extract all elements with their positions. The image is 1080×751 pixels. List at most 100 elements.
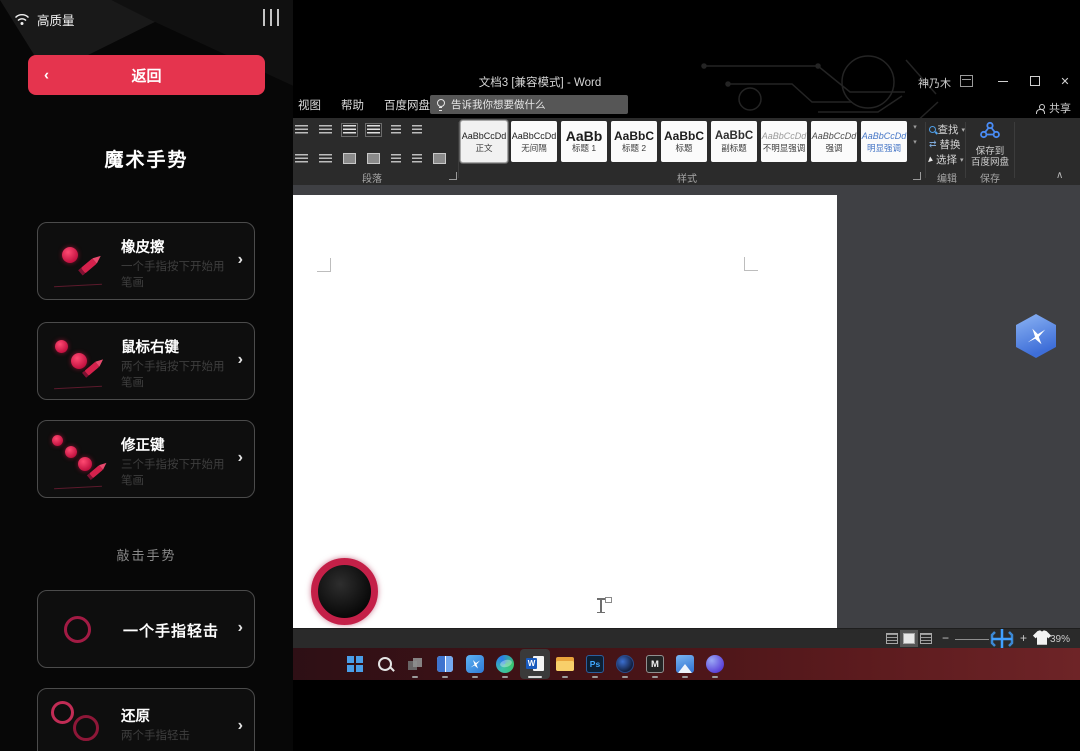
- gallery-up-icon[interactable]: ▾: [910, 124, 920, 131]
- tap-ring-icon: [64, 616, 91, 643]
- chevron-right-icon: ›: [237, 251, 243, 268]
- edge-browser-button[interactable]: [490, 649, 520, 679]
- gesture-card-one-finger-tap[interactable]: 一个手指轻击 ›: [37, 590, 255, 668]
- tab-view[interactable]: 视图: [298, 97, 321, 113]
- styles-gallery-arrows[interactable]: ▾ ▾: [910, 124, 920, 146]
- collapse-ribbon-icon[interactable]: ∧: [1056, 170, 1063, 181]
- paragraph-group-icons: [295, 122, 457, 165]
- align-left-icon[interactable]: [295, 153, 308, 164]
- styles-dialog-launcher[interactable]: [913, 172, 921, 180]
- lightbulb-icon: [437, 99, 445, 111]
- numbering-icon[interactable]: [319, 124, 332, 135]
- increase-indent-icon[interactable]: [365, 122, 382, 137]
- chevron-right-icon: ›: [237, 449, 243, 466]
- align-right-icon[interactable]: [343, 153, 356, 164]
- restore-button[interactable]: [1022, 74, 1048, 88]
- editing-group-label: 编辑: [937, 174, 957, 185]
- m-letter-icon: M: [646, 655, 664, 673]
- select-button[interactable]: 选择 ▾: [928, 152, 965, 167]
- minimize-icon: [998, 80, 1008, 82]
- task-view-button[interactable]: [400, 649, 430, 679]
- pen-stroke-line: [54, 283, 102, 288]
- minimize-button[interactable]: [990, 74, 1016, 88]
- style-title[interactable]: AaBbC 标题: [661, 121, 707, 162]
- zoom-percentage[interactable]: 39%: [1050, 634, 1070, 645]
- replace-button[interactable]: ⇄ 替换: [929, 137, 965, 152]
- style-no-spacing[interactable]: AaBbCcDd 无间隔: [511, 121, 557, 162]
- restore-icon: [1030, 76, 1040, 86]
- typora-button[interactable]: M: [640, 649, 670, 679]
- paragraph-dialog-launcher[interactable]: [449, 172, 457, 180]
- bullets-icon[interactable]: [295, 124, 308, 135]
- justify-icon[interactable]: [367, 153, 380, 164]
- tell-me-placeholder: 告诉我你想要做什么: [451, 99, 546, 111]
- chevron-right-icon: ›: [237, 619, 243, 636]
- print-layout-button[interactable]: [900, 630, 918, 647]
- start-button[interactable]: [340, 649, 370, 679]
- windows-logo-icon: [347, 656, 363, 672]
- save-group-label: 保存: [980, 174, 1000, 185]
- bird-app-icon: [466, 655, 484, 673]
- tab-help[interactable]: 帮助: [341, 97, 364, 113]
- dark-sphere-app-button[interactable]: [610, 649, 640, 679]
- save-to-netdisk-button[interactable]: 保存到 百度网盘: [967, 121, 1013, 168]
- connection-quality-label: 高质量: [37, 14, 75, 28]
- widgets-button[interactable]: [430, 649, 460, 679]
- sort-icon[interactable]: [391, 124, 401, 135]
- dark-sphere-icon: [616, 655, 634, 673]
- style-heading1[interactable]: AaBb 标题 1: [561, 121, 607, 162]
- panel-drag-handle[interactable]: [263, 9, 279, 26]
- file-explorer-button[interactable]: [550, 649, 580, 679]
- decrease-indent-icon[interactable]: [341, 122, 358, 137]
- gesture-card-right-click[interactable]: 鼠标右键 两个手指按下开始用 笔画 ›: [37, 322, 255, 400]
- replace-icon: ⇄: [929, 139, 937, 149]
- style-subtitle[interactable]: AaBbC 副标题: [711, 121, 757, 162]
- style-intense-emphasis[interactable]: AaBbCcDd 明显强调: [861, 121, 907, 162]
- tab-baidu-netdisk[interactable]: 百度网盘: [384, 97, 430, 113]
- pen-icon: [78, 255, 101, 276]
- tell-me-search-box[interactable]: 告诉我你想要做什么: [430, 95, 628, 114]
- touch-indicator-circle: [311, 558, 378, 625]
- share-button[interactable]: 共享: [1036, 100, 1071, 116]
- photos-app-button[interactable]: [670, 649, 700, 679]
- zoom-slider[interactable]: [955, 639, 989, 640]
- show-marks-icon[interactable]: [412, 124, 422, 135]
- find-button[interactable]: 查找 ▾: [929, 122, 965, 137]
- purple-sphere-icon: [706, 655, 724, 673]
- style-heading2[interactable]: AaBbC 标题 2: [611, 121, 657, 162]
- word-app-button[interactable]: W: [520, 649, 550, 679]
- share-label: 共享: [1049, 103, 1071, 115]
- read-mode-button[interactable]: [886, 633, 898, 644]
- search-icon: [378, 657, 392, 671]
- style-subtle-emphasis[interactable]: AaBbCcDd 不明显强调: [761, 121, 807, 162]
- purple-sphere-app-button[interactable]: [700, 649, 730, 679]
- close-button[interactable]: ✕: [1052, 74, 1078, 88]
- borders-icon[interactable]: [433, 153, 446, 164]
- zoom-in-button[interactable]: +: [1020, 631, 1027, 645]
- bird-icon: [1027, 328, 1046, 345]
- search-button[interactable]: [370, 649, 400, 679]
- gesture-card-modifier-key[interactable]: 修正键 三个手指按下开始用 笔画 ›: [37, 420, 255, 498]
- shading-icon[interactable]: [412, 153, 422, 164]
- line-spacing-icon[interactable]: [391, 153, 401, 164]
- account-name[interactable]: 神乃木: [918, 75, 951, 91]
- pen-icon: [86, 462, 107, 481]
- find-icon: [929, 125, 937, 134]
- netdisk-circles-icon: [980, 121, 1000, 139]
- text-cursor: [597, 597, 612, 613]
- back-button[interactable]: ‹ 返回: [28, 55, 265, 95]
- ribbon-tab-row: 视图 帮助 百度网盘: [298, 97, 430, 113]
- paragraph-group-label: 段落: [362, 174, 382, 185]
- web-layout-button[interactable]: [920, 633, 932, 644]
- style-normal[interactable]: AaBbCcDd 正文: [461, 121, 507, 162]
- style-emphasis[interactable]: AaBbCcDd 强调: [811, 121, 857, 162]
- gallery-more-icon[interactable]: ▾: [910, 139, 920, 146]
- ribbon-display-options-icon[interactable]: [960, 75, 973, 87]
- styles-gallery: AaBbCcDd 正文 AaBbCcDd 无间隔 AaBb 标题 1 AaBbC…: [461, 121, 907, 162]
- zoom-out-button[interactable]: −: [942, 631, 949, 645]
- gesture-card-eraser[interactable]: 橡皮擦 一个手指按下开始用 笔画 ›: [37, 222, 255, 300]
- netdisk-app-button[interactable]: [460, 649, 490, 679]
- align-center-icon[interactable]: [319, 153, 332, 164]
- photoshop-button[interactable]: Ps: [580, 649, 610, 679]
- gesture-card-undo[interactable]: 还原 两个手指轻击 ›: [37, 688, 255, 751]
